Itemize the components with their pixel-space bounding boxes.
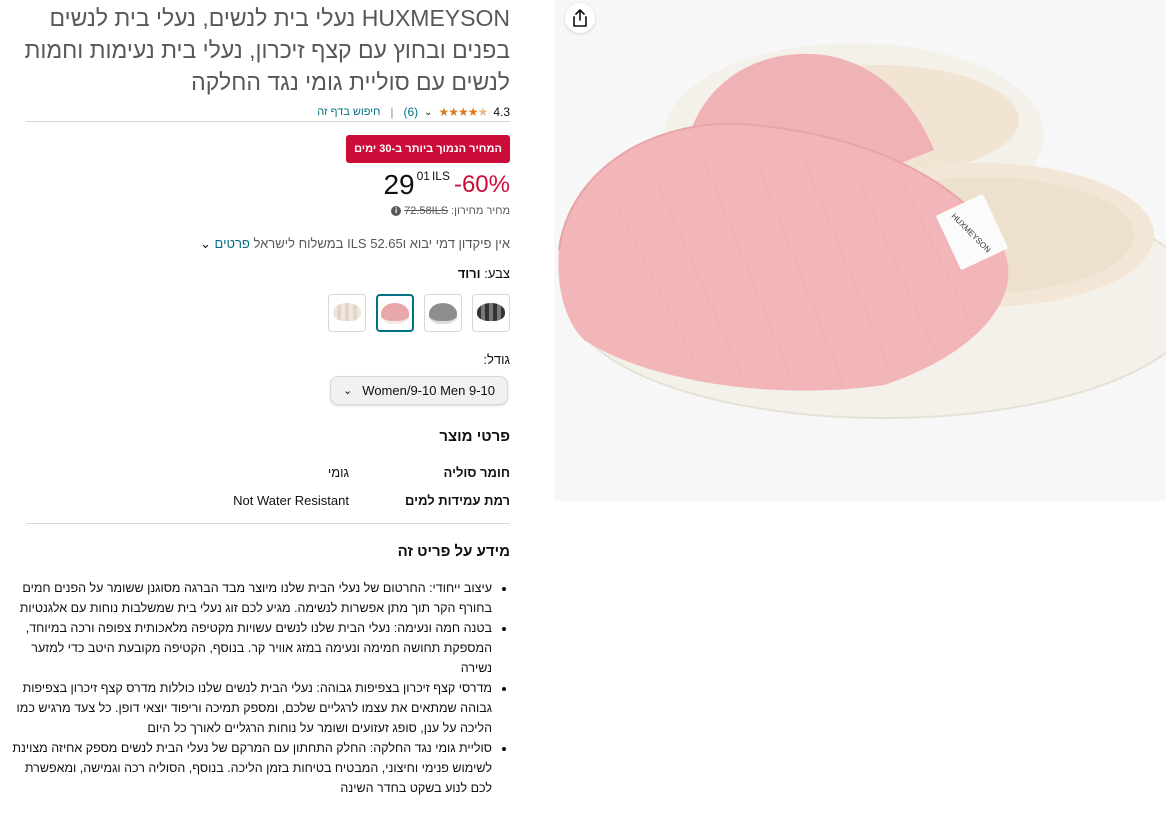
bullet-item: מדרסי קצף זיכרון בצפיפות גבוהה: נעלי הבי… [8,678,492,738]
about-item-bullets: עיצוב ייחודי: החרטום של נעלי הבית שלנו מ… [8,578,510,798]
selected-color: ורוד [457,266,481,281]
detail-key-water-resistance: רמת עמידות למים [405,493,510,508]
divider [26,523,510,524]
product-title: HUXMEYSON נעלי בית לנשים, נעלי בית לנשים… [10,2,510,98]
price: 29 01 ILS [383,168,450,202]
share-button[interactable] [565,3,595,33]
slippers-image: HUXMEYSON [558,43,1166,419]
bullet-item: סוליית גומי נגד החלקה: החלק התחתון עם המ… [8,738,492,798]
product-title-line-1: HUXMEYSON נעלי בית לנשים, נעלי בית לנשים [49,5,510,31]
product-title-line-3: לנשים עם סוליית גומי נגד החלקה [191,69,510,95]
discount-percent: -60% [453,171,510,198]
share-icon [573,9,587,27]
swatch-black[interactable] [472,294,510,332]
list-price-value: 72.58ILS [404,205,449,217]
swatch-beige[interactable] [328,294,366,332]
product-image[interactable]: HUXMEYSON [554,0,1166,501]
rating-value: 4.3 [493,105,510,119]
chevron-down-icon[interactable]: ⌄ [424,107,432,118]
price-row: -60% 29 01 ILS [383,168,510,202]
ratings-count-link[interactable]: (6) [403,105,418,119]
shipping-text: אין פיקדון דמי יבוא ו52.65 ILS במשלוח לי… [253,236,510,251]
deal-badge: המחיר הנמוך ביותר ב-30 ימים [346,135,510,163]
list-price: מחיר מחירון: 72.58ILS i [391,205,510,217]
separator: | [390,105,394,119]
size-dropdown[interactable]: ⌄ Women/9-10 Men 9-10 [330,376,508,405]
color-label-text: צבע: [484,266,510,281]
bullet-item: בטנה חמה ונעימה: נעלי הבית שלנו לנשים עש… [8,618,492,678]
chevron-down-icon: ⌄ [343,385,353,397]
rating-row: 4.3 ★★★★★ ⌄ (6) | חיפוש בדף זה [26,103,510,121]
size-selected-value: Women/9-10 Men 9-10 [362,383,495,398]
shipping-details-link[interactable]: פרטים [215,236,250,251]
detail-value-water-resistance: Not Water Resistant [233,493,349,508]
about-item-heading: מידע על פריט זה [397,543,510,560]
product-title-line-2: בפנים ובחוץ עם קצף זיכרון, נעלי בית נעימ… [24,37,510,63]
swatch-grey[interactable] [424,294,462,332]
star-rating-icon[interactable]: ★★★★★ [439,105,489,119]
info-icon[interactable]: i [391,206,402,216]
product-details-heading: פרטי מוצר [439,428,510,445]
color-label: צבע: ורוד [458,266,510,281]
size-label: גודל: [483,352,510,367]
detail-value-sole-material: גומי [327,465,349,480]
price-whole: 29 [383,169,415,200]
bullet-item: עיצוב ייחודי: החרטום של נעלי הבית שלנו מ… [8,578,492,618]
detail-key-sole-material: חומר סוליה [443,465,510,480]
divider [26,121,510,122]
search-page-link[interactable]: חיפוש בדף זה [317,106,380,118]
price-currency: ILS [431,169,450,183]
color-swatches [328,294,510,332]
swatch-pink[interactable] [376,294,414,332]
chevron-down-icon[interactable]: ⌄ [200,236,211,251]
price-fraction: 01 [416,169,430,183]
list-price-label: מחיר מחירון: [451,205,510,217]
shipping-info: אין פיקדון דמי יבוא ו52.65 ILS במשלוח לי… [200,236,510,252]
